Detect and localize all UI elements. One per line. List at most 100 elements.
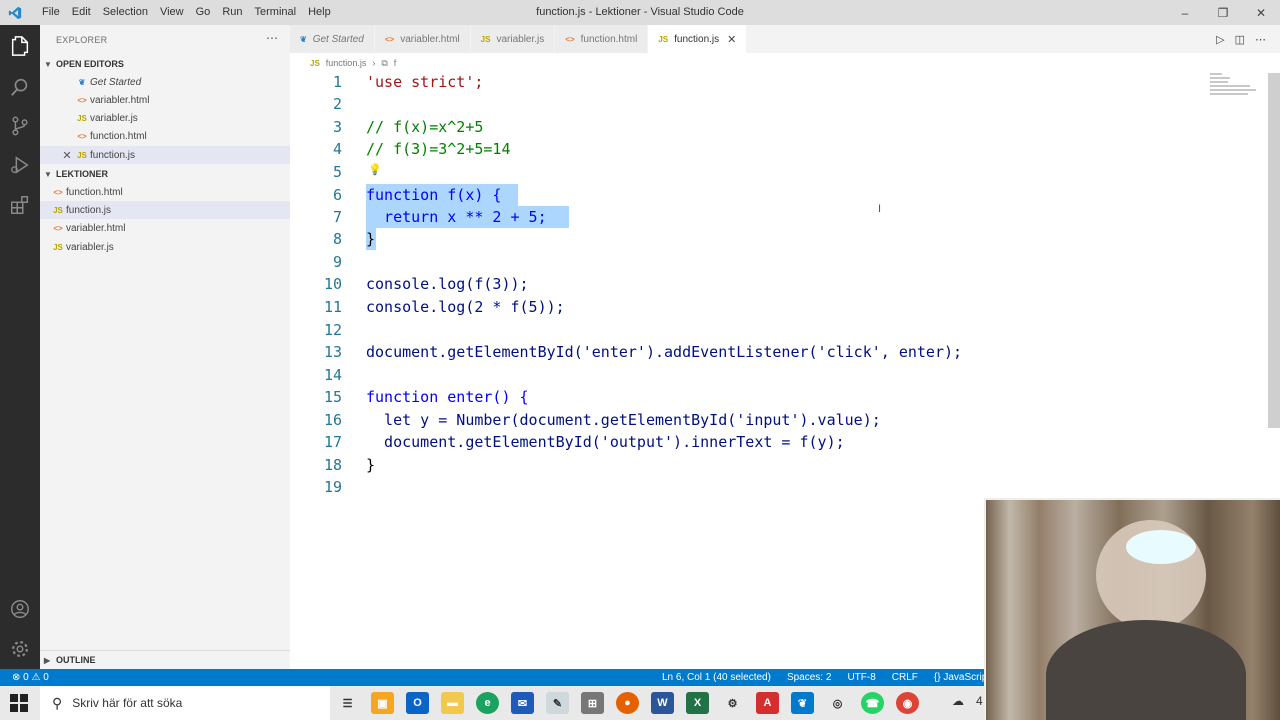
open-editor-item-active[interactable]: ✕ JS function.js — [40, 146, 290, 164]
js-icon: JS — [658, 34, 669, 44]
file-label: variabler.js — [66, 241, 114, 253]
notes-icon[interactable]: ✎ — [546, 692, 569, 714]
open-editor-item[interactable]: <> function.html — [40, 127, 290, 145]
minimap[interactable] — [1210, 73, 1266, 103]
language-mode[interactable]: {} JavaScript — [934, 672, 990, 683]
code-line: 12 — [323, 321, 342, 339]
open-editor-item[interactable]: <> variabler.html — [40, 91, 290, 109]
code-text: document.getElementById('output').innerT… — [366, 433, 845, 451]
cursor-position[interactable]: Ln 6, Col 1 (40 selected) — [662, 672, 771, 683]
run-debug-icon[interactable] — [8, 153, 32, 177]
close-tab-icon[interactable]: ✕ — [727, 33, 736, 46]
file-label: function.html — [66, 186, 123, 198]
excel-icon[interactable]: X — [686, 692, 709, 714]
file-item-selected[interactable]: JS function.js — [40, 201, 290, 219]
tab-variabler-js[interactable]: JS variabler.js — [470, 25, 556, 53]
code-line: 4// f(3)=3^2+5=14 — [332, 140, 511, 158]
pdf-reader-icon[interactable]: A — [756, 692, 779, 714]
open-editor-item[interactable]: JS variabler.js — [40, 109, 290, 127]
tab-label: Get Started — [312, 33, 364, 45]
settings-gear-icon[interactable]: ⚙ — [721, 692, 744, 714]
explorer-icon[interactable] — [8, 34, 32, 58]
outline-label: OUTLINE — [56, 655, 96, 665]
open-editor-label: function.js — [90, 149, 136, 161]
code-line: 15 function enter() { — [323, 388, 529, 406]
weather-icon[interactable]: ☁ — [952, 694, 964, 708]
code-line: 7 return x ** 2 + 5; — [332, 208, 547, 226]
whatsapp-icon[interactable]: ☎ — [861, 692, 884, 714]
chrome-icon[interactable]: ◉ — [896, 692, 919, 714]
open-editor-item[interactable]: ❦ Get Started — [40, 73, 290, 91]
mail-icon[interactable]: ✉ — [511, 692, 534, 714]
word-icon[interactable]: W — [651, 692, 674, 714]
breadcrumb-file[interactable]: function.js — [326, 58, 367, 68]
calculator-icon[interactable]: ⊞ — [581, 692, 604, 714]
window-title: function.js - Lektioner - Visual Studio … — [536, 6, 744, 18]
code-text: 'use strict'; — [366, 73, 484, 91]
js-icon: JS — [480, 34, 491, 44]
run-file-icon[interactable]: ▷ — [1216, 33, 1224, 46]
restore-button[interactable]: ❐ — [1204, 0, 1242, 25]
close-icon[interactable]: ✕ — [60, 149, 74, 162]
outlook-icon[interactable]: O — [406, 692, 429, 714]
open-editors-label: OPEN EDITORS — [56, 59, 124, 69]
webcam-overlay — [984, 498, 1280, 720]
search-icon[interactable] — [8, 75, 32, 99]
tab-get-started[interactable]: ❦ Get Started — [290, 25, 375, 53]
store-icon[interactable]: ▣ — [371, 692, 394, 714]
file-item[interactable]: <> function.html — [40, 183, 290, 201]
source-control-icon[interactable] — [8, 114, 32, 138]
encoding[interactable]: UTF-8 — [847, 672, 875, 683]
html-icon: <> — [565, 34, 575, 44]
code-text: function f(x) { — [366, 186, 502, 204]
code-text: document.getElementById('enter').addEven… — [366, 343, 963, 361]
indentation[interactable]: Spaces: 2 — [787, 672, 831, 683]
open-editor-label: Get Started — [90, 76, 142, 88]
taskbar-search[interactable]: ⚲ Skriv här för att söka — [40, 686, 330, 720]
edge-icon[interactable]: e — [476, 692, 499, 714]
settings-gear-icon[interactable] — [8, 637, 32, 661]
extensions-icon[interactable] — [8, 193, 32, 217]
code-text: console.log(f(3)); — [366, 275, 529, 293]
tab-label: variabler.js — [496, 33, 545, 45]
code-text: } — [366, 456, 376, 474]
obs-icon[interactable]: ◎ — [826, 692, 849, 714]
file-item[interactable]: JS variabler.js — [40, 238, 290, 256]
vertical-scrollbar[interactable] — [1268, 73, 1280, 428]
js-icon: JS — [77, 150, 87, 160]
file-item[interactable]: <> variabler.html — [40, 219, 290, 237]
close-window-button[interactable]: ✕ — [1242, 0, 1280, 25]
lightbulb-icon[interactable]: 💡 — [368, 163, 382, 176]
code-line: 14 — [323, 366, 342, 384]
code-line: 2 — [332, 95, 342, 113]
vscode-taskbar-icon[interactable]: ❦ — [791, 692, 814, 714]
breadcrumb-symbol[interactable]: f — [394, 58, 397, 68]
firefox-icon[interactable]: ● — [616, 692, 639, 714]
code-line: 13 document.getElementById('enter').addEv… — [323, 343, 963, 361]
account-icon[interactable] — [8, 597, 32, 621]
activity-bar — [0, 25, 40, 669]
editor-tabs: ❦ Get Started <> variabler.html JS varia… — [290, 25, 1280, 53]
breadcrumb: JS function.js › ⧉ f — [290, 55, 396, 71]
html-icon: <> — [77, 131, 87, 141]
windows-start-icon[interactable] — [10, 694, 28, 712]
minimize-button[interactable]: – — [1166, 0, 1204, 25]
code-line: 16 let y = Number(document.getElementByI… — [323, 411, 881, 429]
code-line: 9 — [332, 253, 342, 271]
outline-header[interactable]: ▶ OUTLINE — [40, 650, 290, 669]
problems-indicator[interactable]: ⊗ 0 ⚠ 0 — [12, 672, 49, 683]
tab-function-js[interactable]: JS function.js ✕ — [648, 25, 748, 53]
open-editors-header[interactable]: ▼ OPEN EDITORS — [40, 56, 290, 72]
folder-header[interactable]: ▼ LEKTIONER — [40, 166, 290, 182]
code-line: 17 document.getElementById('output').inn… — [323, 433, 845, 451]
task-view-icon[interactable]: ☰ — [336, 692, 359, 714]
more-actions-icon[interactable]: ⋯ — [266, 31, 278, 45]
tab-function-html[interactable]: <> function.html — [555, 25, 649, 53]
more-actions-icon[interactable]: ⋯ — [1255, 33, 1266, 46]
file-explorer-icon[interactable]: ▬ — [441, 692, 464, 714]
chevron-right-icon: › — [372, 58, 376, 68]
code-line: 8} — [332, 230, 376, 248]
split-editor-icon[interactable]: ◫ — [1235, 33, 1245, 46]
tab-variabler-html[interactable]: <> variabler.html — [374, 25, 471, 53]
end-of-line[interactable]: CRLF — [892, 672, 918, 683]
